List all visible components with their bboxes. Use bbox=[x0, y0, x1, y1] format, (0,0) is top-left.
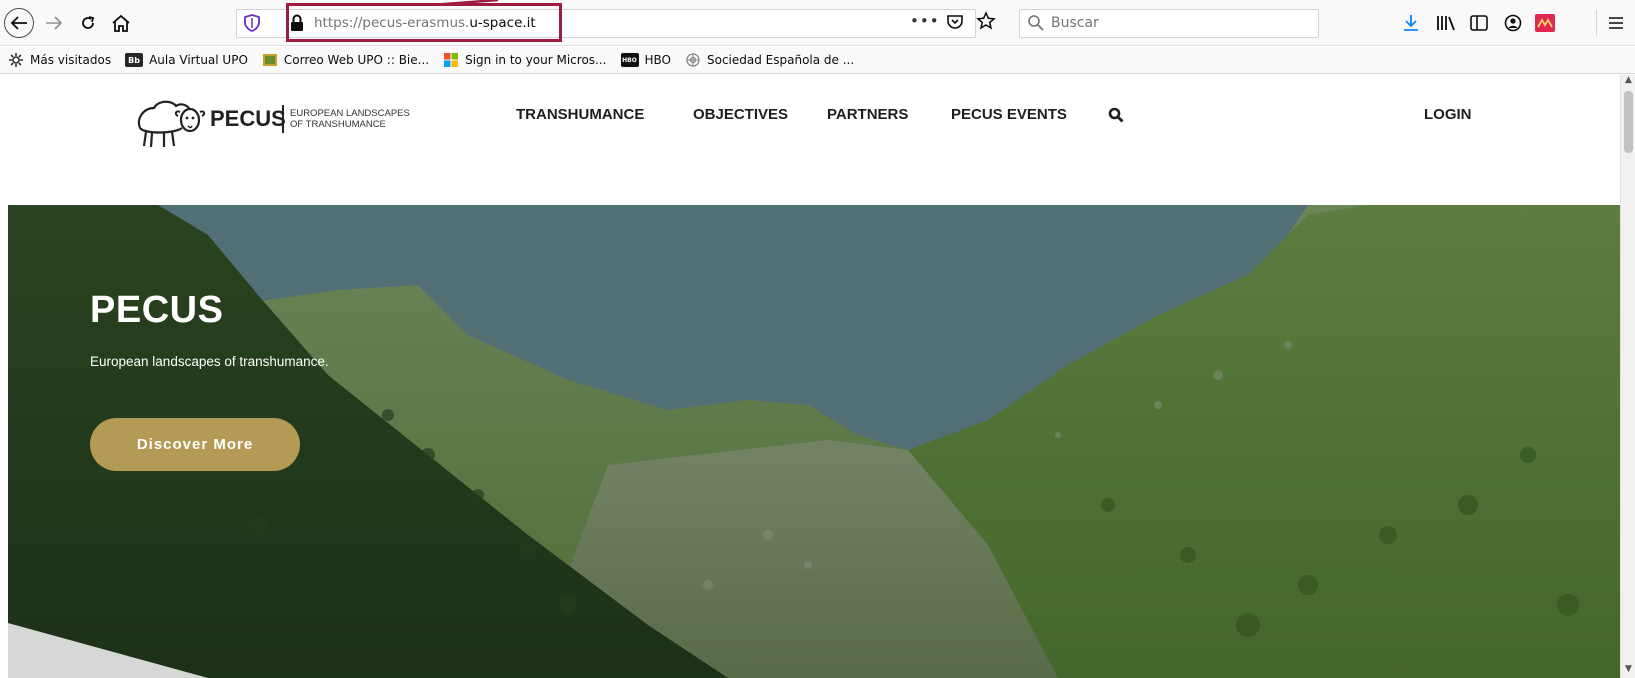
bookmark-aula-virtual[interactable]: Bb Aula Virtual UPO bbox=[125, 53, 248, 67]
pocket-icon[interactable] bbox=[946, 13, 964, 31]
library-icon bbox=[1437, 16, 1455, 31]
page-scrollbar[interactable]: ▲ ▼ bbox=[1620, 75, 1635, 678]
hbo-icon: HBO bbox=[620, 53, 639, 67]
logo-tagline: EUROPEAN LANDSCAPES OF TRANSHUMANCE bbox=[290, 108, 410, 130]
bookmarks-bar: Más visitados Bb Aula Virtual UPO Correo… bbox=[0, 47, 1635, 74]
nav-partners[interactable]: PARTNERS bbox=[827, 106, 908, 123]
bookmark-label: Sign in to your Micros... bbox=[465, 53, 607, 67]
logo-divider bbox=[282, 105, 284, 133]
sidebar-icon bbox=[1470, 15, 1488, 31]
hero-banner: PECUS European landscapes of transhumanc… bbox=[8, 205, 1620, 678]
search-placeholder[interactable]: Buscar bbox=[1051, 15, 1099, 31]
callout-line bbox=[418, 0, 498, 6]
globe-icon bbox=[686, 53, 700, 67]
browser-toolbar: https://pecus-erasmus.u-space.it ••• Bus… bbox=[0, 0, 1635, 46]
hero-title: PECUS bbox=[90, 289, 224, 331]
microsoft-icon bbox=[444, 53, 459, 67]
bookmark-label: Aula Virtual UPO bbox=[149, 53, 248, 67]
scroll-up-arrow-icon[interactable]: ▲ bbox=[1621, 75, 1635, 89]
scroll-down-arrow-icon[interactable]: ▼ bbox=[1621, 664, 1635, 678]
forward-arrow-icon bbox=[46, 16, 63, 30]
hero-subtitle: European landscapes of transhumance. bbox=[90, 354, 329, 369]
tracking-shield-icon[interactable] bbox=[242, 13, 262, 33]
bookmark-hbo[interactable]: HBO HBO bbox=[620, 53, 672, 67]
logo-tagline-line2: OF TRANSHUMANCE bbox=[290, 119, 386, 130]
downloads-button[interactable] bbox=[1401, 13, 1421, 33]
bookmark-label: Más visitados bbox=[30, 53, 112, 67]
blackboard-icon: Bb bbox=[125, 53, 144, 67]
library-button[interactable] bbox=[1436, 13, 1456, 33]
account-icon bbox=[1504, 14, 1522, 32]
forward-button[interactable] bbox=[40, 8, 68, 38]
bookmark-correo-web[interactable]: Correo Web UPO :: Bie... bbox=[262, 52, 429, 68]
site-header bbox=[0, 75, 1620, 205]
mail-icon bbox=[262, 54, 277, 66]
menu-button[interactable] bbox=[1606, 13, 1626, 33]
hamburger-menu-icon bbox=[1609, 17, 1623, 29]
download-icon bbox=[1404, 15, 1418, 31]
reload-icon bbox=[82, 16, 95, 29]
page-actions-button[interactable]: ••• bbox=[910, 12, 940, 30]
extension-button[interactable] bbox=[1535, 13, 1555, 33]
toolbar-separator bbox=[1596, 10, 1597, 36]
home-button[interactable] bbox=[106, 8, 136, 38]
gear-icon bbox=[9, 53, 23, 67]
nav-transhumance[interactable]: TRANSHUMANCE bbox=[516, 106, 644, 123]
back-button[interactable] bbox=[4, 8, 34, 38]
bookmark-star-icon[interactable] bbox=[976, 11, 996, 31]
extension-icon bbox=[1535, 14, 1555, 32]
home-icon bbox=[112, 14, 130, 32]
bookmark-mas-visitados[interactable]: Más visitados bbox=[8, 52, 111, 68]
bookmark-label: Correo Web UPO :: Bie... bbox=[283, 53, 430, 67]
url-highlight-box bbox=[286, 3, 562, 42]
nav-objectives[interactable]: OBJECTIVES bbox=[693, 106, 788, 123]
sidebar-button[interactable] bbox=[1469, 13, 1489, 33]
bookmark-microsoft[interactable]: Sign in to your Micros... bbox=[443, 52, 607, 68]
site-search-icon[interactable] bbox=[1108, 107, 1124, 123]
back-arrow-icon bbox=[10, 16, 27, 30]
search-icon bbox=[1028, 15, 1044, 31]
scroll-thumb[interactable] bbox=[1624, 91, 1633, 153]
bookmark-label: HBO bbox=[644, 53, 672, 67]
logo-name[interactable]: PECUS bbox=[210, 106, 286, 132]
account-button[interactable] bbox=[1503, 13, 1523, 33]
bookmark-label: Sociedad Española de ... bbox=[707, 53, 855, 67]
nav-login[interactable]: LOGIN bbox=[1424, 106, 1472, 123]
bookmark-sociedad[interactable]: Sociedad Española de ... bbox=[685, 52, 854, 68]
reload-button[interactable] bbox=[74, 8, 102, 38]
discover-more-button[interactable]: Discover More bbox=[90, 418, 300, 471]
sheep-logo-icon[interactable] bbox=[134, 92, 206, 152]
logo-tagline-line1: EUROPEAN LANDSCAPES bbox=[290, 108, 410, 119]
nav-pecus-events[interactable]: PECUS EVENTS bbox=[951, 106, 1067, 123]
